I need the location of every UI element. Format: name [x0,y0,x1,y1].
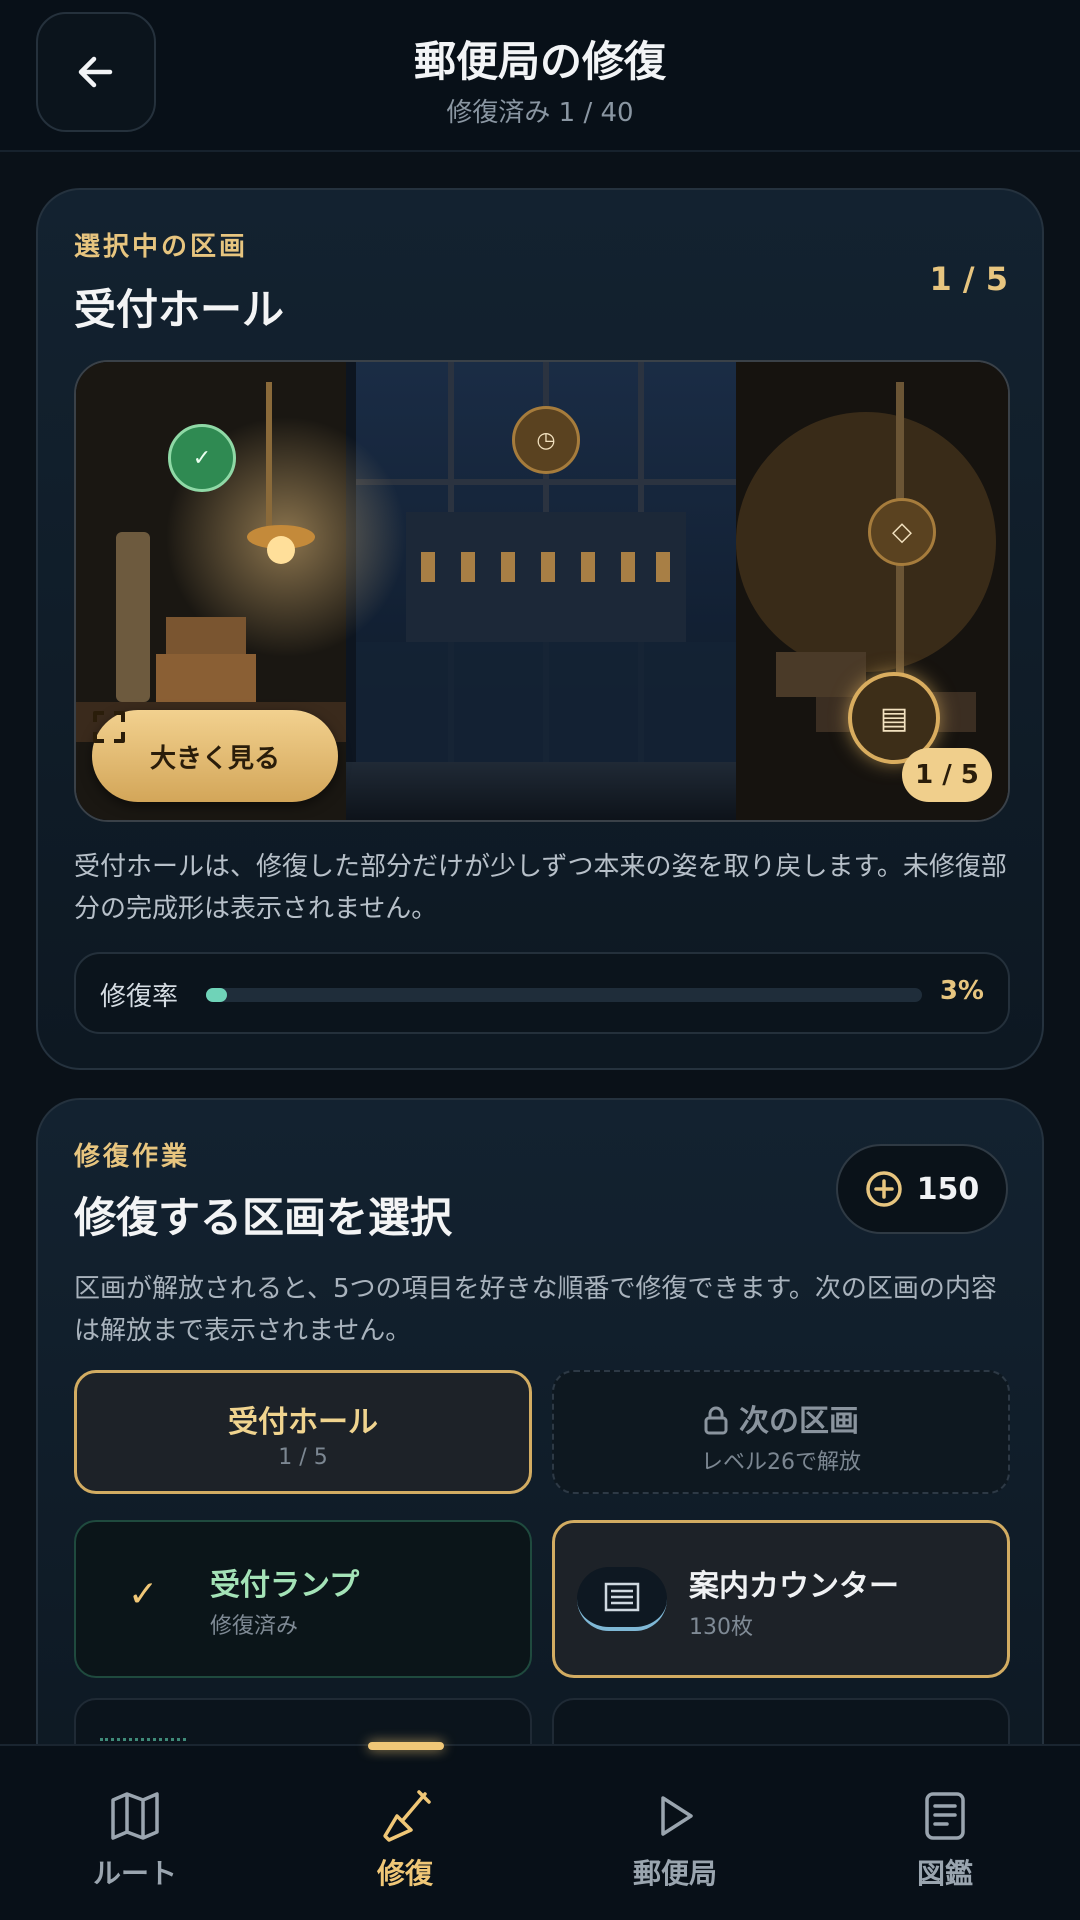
nav-item-route[interactable]: ルート [0,1746,270,1920]
map-icon [111,1792,159,1840]
nav-label: 修復 [376,1857,433,1890]
bottom-navigation: ルート 修復 郵便局 図鑑 [0,1742,1080,1920]
section-eyebrow: 選択中の区画 [74,232,249,262]
hotspot-locked[interactable]: ◇ [868,498,936,566]
expand-icon [93,711,125,743]
dotted-ring-icon [100,1738,186,1742]
scene-preview[interactable]: ✓ ◷ ◇ ▤ 大きく見る 1 / 5 [74,360,1010,822]
item-title: 案内カウンター [689,1569,899,1604]
item-tile-reception-lamp[interactable]: ✓ 受付ランプ 修復済み [74,1520,532,1678]
counter-icon: ▤ [879,700,909,736]
coin-count: 150 [916,1171,980,1207]
nav-label: 郵便局 [632,1857,717,1890]
repair-eyebrow: 修復作業 [74,1142,191,1172]
section-tile-next-locked[interactable]: 次の区画 レベル26で解放 [552,1370,1010,1494]
hotspot-locked[interactable]: ◷ [512,406,580,474]
counter-icon-glyph [604,1582,640,1612]
diamond-icon: ◇ [892,517,912,547]
counter-icon [577,1567,667,1631]
trowel-icon [383,1790,431,1842]
repair-description: 区画が解放されると、5つの項目を好きな順番で修復できます。次の区画の内容は解放ま… [74,1274,997,1346]
expand-button[interactable]: 大きく見る [92,710,338,802]
play-icon [661,1796,693,1836]
page-title: 郵便局の修復 [413,37,666,86]
check-icon: ✓ [192,445,212,471]
nav-item-restore[interactable]: 修復 [270,1746,540,1920]
nav-label: ルート [92,1857,177,1890]
lock-icon [704,1406,728,1435]
item-sub: 修復済み [210,1614,299,1639]
section-tile-reception-hall[interactable]: 受付ホール 1 / 5 [74,1370,532,1494]
clock-icon: ◷ [536,427,556,453]
section-tile-title: 次の区画 [739,1404,859,1439]
plus-circle-icon [865,1171,902,1207]
progress-value: 3% [939,976,984,1006]
app-header: 郵便局の修復 修復済み 1 / 40 [0,0,1080,152]
coin-balance[interactable]: 150 [836,1144,1008,1234]
nav-label: 図鑑 [916,1857,973,1890]
nav-item-encyclopedia[interactable]: 図鑑 [810,1746,1080,1920]
restoration-progress: 修復率 3% [74,952,1010,1034]
section-tile-title: 受付ホール [228,1405,378,1440]
item-sub: 130枚 [689,1615,753,1640]
progress-fill [206,988,228,1002]
repair-title: 修復する区画を選択 [74,1193,453,1242]
item-title: 受付ランプ [210,1568,360,1603]
section-counter: 1 / 5 [929,260,1009,298]
item-tile-info-counter[interactable]: 案内カウンター 130枚 [552,1520,1010,1678]
nav-item-post-office[interactable]: 郵便局 [540,1746,810,1920]
hotspot-restored[interactable]: ✓ [168,424,236,492]
section-tile-sub: レベル26で解放 [701,1450,861,1475]
expand-label: 大きく見る [149,743,280,774]
scene-counter-badge: 1 / 5 [902,748,992,802]
check-icon: ✓ [128,1574,159,1615]
section-tile-sub: 1 / 5 [278,1445,328,1470]
document-icon [925,1792,965,1840]
section-title: 受付ホール [74,285,285,334]
progress-label: 修復率 [100,982,179,1012]
page-subtitle: 修復済み 1 / 40 [446,98,634,128]
progress-track [206,988,922,1002]
section-description: 受付ホールは、修復した部分だけが少しずつ本来の姿を取り戻します。未修復部分の完成… [74,852,1007,924]
selected-section-card: 選択中の区画 受付ホール 1 / 5 ✓ ◷ ◇ ▤ 大きく見る 1 / 5 受… [36,188,1044,1070]
locked-title-row: 次の区画 [554,1396,1008,1440]
